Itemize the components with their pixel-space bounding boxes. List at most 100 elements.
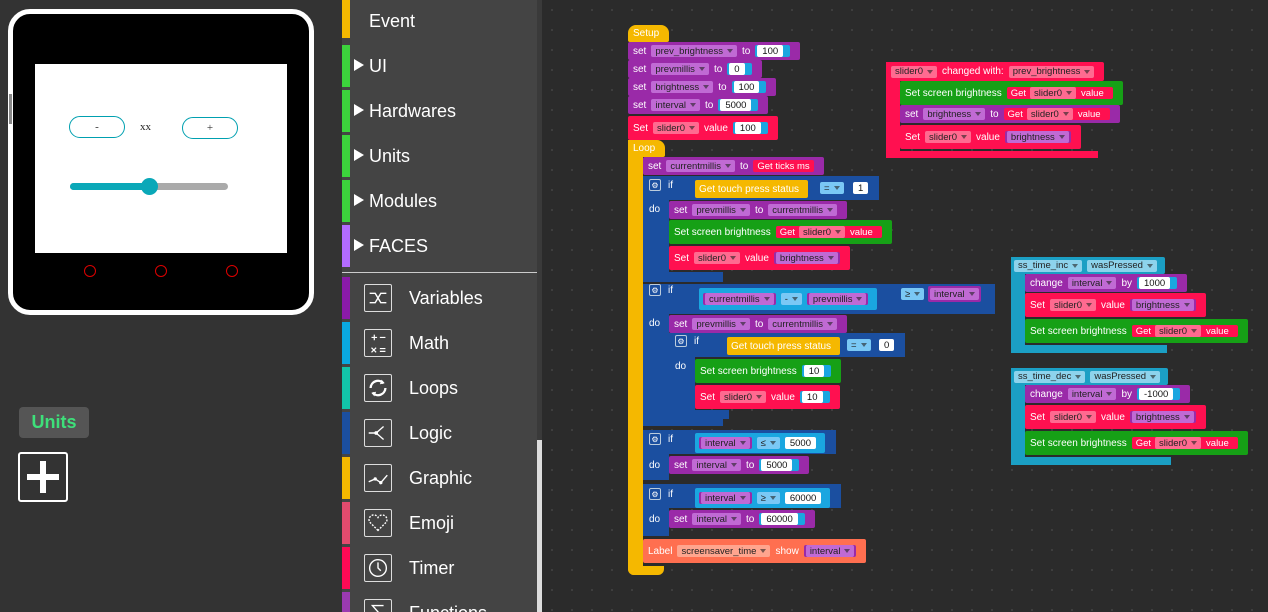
label-show-block[interactable]: Label screensaver_time show interval [643, 539, 867, 563]
variable-dropdown[interactable]: interval [805, 545, 855, 557]
change-variable-block[interactable]: change interval by -1000 [1025, 385, 1191, 403]
set-slider-value-block[interactable]: Set slider0 value brightness [900, 125, 1081, 149]
loop-block-spine[interactable] [628, 140, 643, 575]
set-slider-value-block[interactable]: Set slider0 value 100 [628, 116, 778, 140]
operator-dropdown[interactable]: - [780, 293, 802, 305]
set-variable-block[interactable]: set interval to 5000 [669, 456, 810, 474]
variable-dropdown[interactable]: prevmillis [692, 318, 750, 330]
unit-dropdown[interactable]: ss_time_dec [1014, 370, 1086, 383]
variable-dropdown[interactable]: prevmillis [651, 63, 709, 75]
category-faces[interactable]: FACES [342, 225, 537, 270]
variable-dropdown[interactable]: interval [930, 288, 979, 300]
number-block[interactable]: 60000 [759, 513, 805, 525]
loop-hat-block[interactable]: Loop [628, 140, 666, 157]
block-workspace[interactable]: Setup set prev_brightness to 100 set prevmil… [542, 0, 1268, 612]
get-slider-block[interactable]: Get slider0 value [1006, 87, 1113, 99]
slider-dropdown[interactable]: slider0 [925, 131, 972, 143]
category-math[interactable]: Math [342, 322, 537, 367]
number-field[interactable]: 0 [879, 339, 895, 351]
variable-dropdown[interactable]: brightness [651, 81, 714, 93]
operator-dropdown[interactable]: ≤ [756, 437, 780, 449]
number-field[interactable]: 1000 [1139, 277, 1171, 289]
gear-icon[interactable]: ⚙ [649, 179, 661, 191]
set-slider-value-block[interactable]: Set slider0 value brightness [1025, 405, 1206, 429]
variable-dropdown[interactable]: brightness [1131, 299, 1194, 311]
number-field[interactable]: 100 [733, 81, 760, 93]
plus-button[interactable]: + [182, 117, 238, 139]
category-event[interactable]: Event [342, 0, 537, 45]
variable-dropdown[interactable]: prevmillis [692, 204, 750, 216]
number-block[interactable]: 0 [727, 63, 752, 75]
operator-dropdown[interactable]: ≥ [901, 288, 925, 300]
category-modules[interactable]: Modules [342, 180, 537, 225]
gear-icon[interactable]: ⚙ [649, 433, 661, 445]
event-dropdown[interactable]: wasPressed [1090, 370, 1161, 383]
variable-dropdown[interactable]: interval [692, 459, 741, 471]
hardware-button-a[interactable] [84, 265, 96, 277]
variable-dropdown[interactable]: brightness [923, 108, 986, 120]
get-slider-block[interactable]: Get slider0 value [1131, 437, 1238, 449]
category-functions[interactable]: Functions [342, 592, 537, 612]
variable-dropdown[interactable]: interval [1067, 277, 1117, 289]
number-field[interactable]: 5000 [761, 459, 793, 471]
number-block[interactable]: 5000 [718, 99, 759, 111]
number-field[interactable]: 1 [853, 182, 869, 194]
variable-dropdown[interactable]: brightness [1131, 411, 1194, 423]
variable-block[interactable]: brightness [1129, 411, 1196, 423]
variable-block[interactable]: prevmillis [806, 293, 869, 305]
touch-status-block[interactable]: Get touch press status [695, 180, 809, 198]
variable-dropdown[interactable]: currentmillis [666, 160, 736, 172]
slider-dropdown[interactable]: slider0 [1050, 411, 1097, 423]
category-units[interactable]: Units [342, 135, 537, 180]
slider-dropdown[interactable]: slider0 [694, 252, 741, 264]
set-variable-block[interactable]: set prevmillis to currentmillis [669, 201, 847, 219]
variable-block[interactable]: brightness [1129, 299, 1196, 311]
number-field[interactable]: 10 [801, 391, 823, 403]
set-variable-block[interactable]: set brightness to Get slider0 value [900, 105, 1120, 123]
slider-dropdown[interactable]: slider0 [1026, 108, 1073, 120]
set-variable-block[interactable]: set interval to 60000 [669, 510, 815, 528]
variable-block[interactable]: brightness [773, 252, 840, 264]
variable-block[interactable]: brightness [1004, 131, 1071, 143]
touch-status-block[interactable]: Get touch press status [727, 337, 841, 355]
variable-dropdown[interactable]: interval [692, 513, 741, 525]
category-hardwares[interactable]: Hardwares [342, 90, 537, 135]
compare-block[interactable]: interval ≥60000 [695, 488, 831, 508]
operator-dropdown[interactable]: ≥ [756, 492, 780, 504]
get-ticks-block[interactable]: Get ticks ms [753, 160, 814, 172]
set-screen-brightness-block[interactable]: Set screen brightness 10 [695, 359, 842, 383]
category-emoji[interactable]: Emoji [342, 502, 537, 547]
button-pressed-event-block[interactable]: ss_time_inc wasPressed [1011, 257, 1165, 274]
slider-dropdown[interactable]: slider0 [1030, 87, 1077, 99]
number-block[interactable]: 10 [801, 365, 832, 377]
add-unit-button[interactable] [18, 452, 68, 502]
variable-dropdown[interactable]: brightness [1006, 131, 1069, 143]
variable-dropdown[interactable]: currentmillis [768, 318, 837, 330]
unit-dropdown[interactable]: ss_time_inc [1014, 259, 1083, 272]
get-slider-block[interactable]: Get slider0 value [775, 226, 882, 238]
setup-hat-block[interactable]: Setup [628, 25, 670, 42]
set-variable-block[interactable]: set interval to 5000 [628, 96, 769, 114]
slider-knob[interactable] [141, 178, 158, 195]
number-field[interactable]: 0 [729, 63, 745, 75]
variable-dropdown[interactable]: prev_brightness [1008, 65, 1095, 78]
variable-block[interactable]: interval [699, 492, 752, 504]
variable-block[interactable]: interval [699, 437, 752, 449]
set-screen-brightness-block[interactable]: Set screen brightness Get slider0 value [1025, 431, 1248, 455]
minus-button[interactable]: - [69, 116, 125, 138]
set-screen-brightness-block[interactable]: Set screen brightness Get slider0 value [900, 81, 1123, 105]
slider-dropdown[interactable]: slider0 [891, 65, 937, 78]
slider-dropdown[interactable]: slider0 [1050, 299, 1097, 311]
set-variable-block[interactable]: set prevmillis to 0 [628, 60, 762, 78]
variable-dropdown[interactable]: prevmillis [808, 293, 867, 305]
gear-icon[interactable]: ⚙ [649, 488, 661, 500]
number-block[interactable]: 1000 [1137, 277, 1178, 289]
variable-dropdown[interactable]: currentmillis [705, 293, 774, 305]
slider-changed-event-block[interactable]: slider0 changed with: prev_brightness [886, 62, 1105, 81]
variable-block[interactable]: currentmillis [703, 293, 776, 305]
operator-dropdown[interactable]: = [820, 182, 844, 194]
category-logic[interactable]: Logic [342, 412, 537, 457]
gear-icon[interactable]: ⚙ [675, 335, 687, 347]
hardware-button-b[interactable] [155, 265, 167, 277]
set-slider-value-block[interactable]: Set slider0 value brightness [669, 246, 850, 270]
